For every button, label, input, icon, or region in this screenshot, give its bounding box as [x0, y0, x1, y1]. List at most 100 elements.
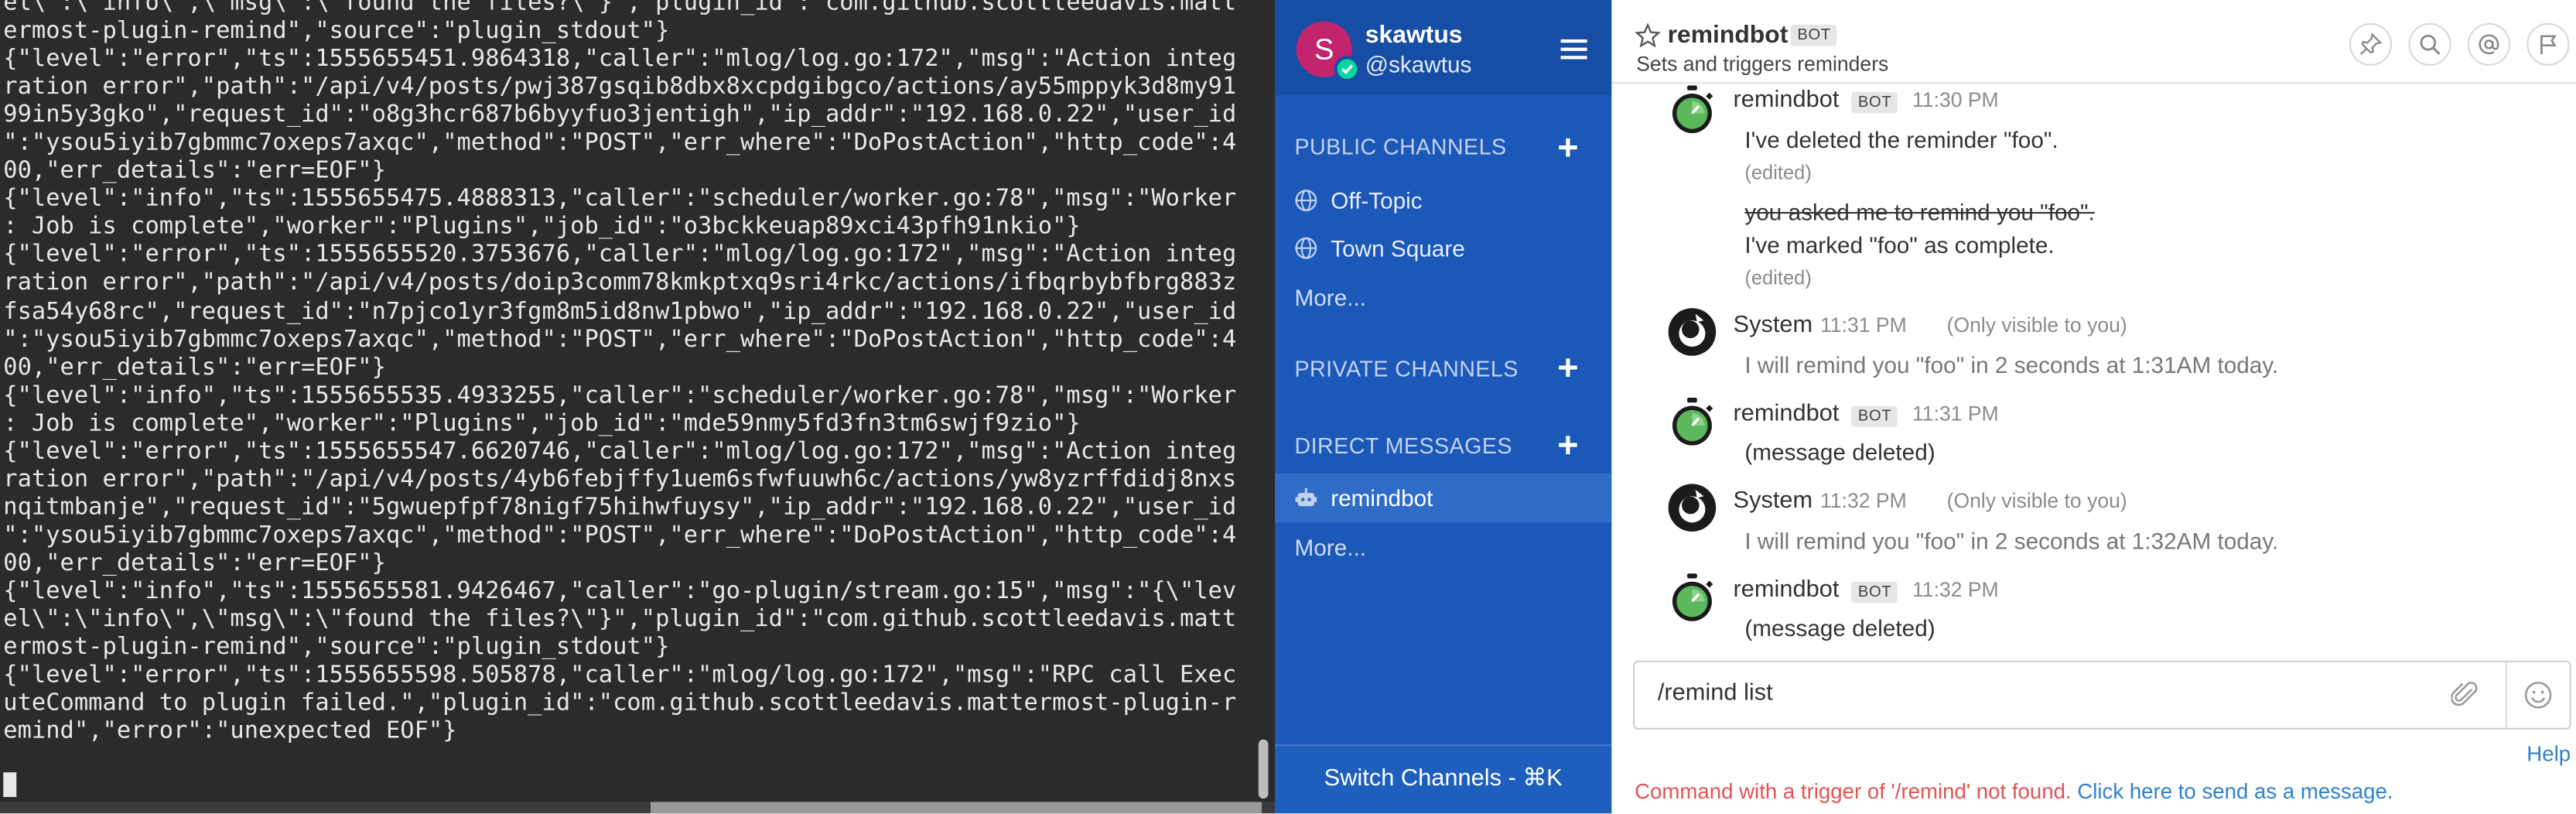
- sidebar-item-label: remindbot: [1331, 484, 1433, 511]
- terminal-line: uteCommand to plugin failed.","plugin_id…: [3, 690, 1237, 717]
- post-message: I've marked "foo" as complete.: [1744, 231, 2055, 258]
- struck-message: you asked me to remind you "foo".: [1744, 198, 2095, 225]
- terminal-line: ration error","path":"/api/v4/posts/pwj3…: [3, 74, 1237, 101]
- terminal-line: fsa54y68rc","request_id":"n7pjco1yr3fgm8…: [3, 298, 1237, 325]
- terminal-line: ermost-plugin-remind","source":"plugin_s…: [3, 18, 670, 45]
- terminal-line: ration error","path":"/api/v4/posts/4yb6…: [3, 466, 1237, 493]
- terminal-horizontal-scrollbar[interactable]: [650, 802, 1262, 814]
- sidebar-header: S skawtus @skawtus: [1275, 0, 1612, 96]
- command-error-message: Command with a trigger of '/remind' not …: [1635, 779, 2393, 804]
- help-link[interactable]: Help: [2526, 741, 2571, 766]
- favorite-star-icon[interactable]: [1635, 22, 1661, 50]
- search-icon: [2420, 34, 2441, 55]
- edited-indicator: (edited): [1744, 161, 1812, 184]
- switch-channels-button[interactable]: Switch Channels - ⌘K: [1275, 744, 1612, 814]
- paperclip-attach-icon[interactable]: [2451, 680, 2481, 710]
- channel-header: remindbot BOT Sets and triggers reminder…: [1611, 0, 2576, 84]
- sidebar-item-off-topic[interactable]: Off-Topic: [1275, 176, 1611, 225]
- chat-pane: remindbot BOT Sets and triggers reminder…: [1611, 0, 2576, 814]
- post-message: I will remind you "foo" in 2 seconds at …: [1744, 351, 2279, 378]
- terminal-line: 00,"err_details":"err=EOF"}: [3, 550, 386, 577]
- post-message: I've deleted the reminder "foo".: [1744, 126, 2058, 153]
- bot-badge: BOT: [1851, 581, 1898, 604]
- switch-channels-label: Switch Channels - ⌘K: [1324, 765, 1563, 792]
- edited-indicator: (edited): [1744, 266, 1812, 289]
- terminal-line: 00,"err_details":"err=EOF"}: [3, 158, 386, 185]
- message-composer[interactable]: [1632, 660, 2571, 730]
- terminal-line: ":"ysou5iyib7gbmmc7oxeps7axqc","method":…: [3, 326, 1237, 353]
- online-status-icon: [1334, 56, 1361, 83]
- remindbot-stopwatch-avatar-icon[interactable]: [1668, 573, 1717, 623]
- post-time[interactable]: 11:32 PM: [1820, 490, 1907, 513]
- post-author[interactable]: remindbot: [1734, 576, 1840, 603]
- post-time[interactable]: 11:30 PM: [1912, 89, 1999, 112]
- post-author[interactable]: remindbot: [1734, 401, 1840, 427]
- terminal-line: ermost-plugin-remind","source":"plugin_s…: [3, 634, 670, 661]
- recent-mentions-button[interactable]: [2467, 22, 2511, 66]
- flagged-posts-button[interactable]: [2526, 22, 2570, 66]
- terminal-line: nqitmbanje","request_id":"5gwuepfpf78nig…: [3, 494, 1237, 521]
- terminal-line: {"level":"info","ts":1555655535.4933255,…: [3, 382, 1237, 409]
- channel-title[interactable]: remindbot: [1668, 22, 1789, 50]
- remindbot-stopwatch-avatar-icon[interactable]: [1668, 85, 1717, 135]
- direct-messages-more-link[interactable]: More...: [1294, 534, 1366, 560]
- post-author[interactable]: System: [1734, 488, 1813, 515]
- post-time[interactable]: 11:31 PM: [1820, 314, 1907, 337]
- terminal-cursor: [3, 772, 17, 798]
- post-author[interactable]: System: [1734, 313, 1813, 339]
- terminal-line: ":"ysou5iyib7gbmmc7oxeps7axqc","method":…: [3, 130, 1237, 157]
- flag-icon: [2540, 35, 2557, 55]
- terminal-line: {"level":"error","ts":1555655598.505878,…: [3, 662, 1237, 689]
- globe-icon: [1295, 190, 1317, 212]
- terminal-line: {"level":"error","ts":1555655520.3753676…: [3, 242, 1237, 269]
- pin-icon: [2359, 32, 2383, 55]
- terminal-line: {"level":"info","ts":1555655581.9426467,…: [3, 578, 1237, 605]
- message-input[interactable]: [1657, 680, 2430, 707]
- remindbot-stopwatch-avatar-icon[interactable]: [1668, 397, 1717, 447]
- add-private-channel-button[interactable]: +: [1557, 349, 1578, 385]
- terminal-vertical-scrollbar[interactable]: [1258, 739, 1269, 799]
- terminal-line: emind","error":"unexpected EOF"}: [3, 718, 457, 745]
- composer-divider: [2505, 662, 2507, 728]
- bot-icon: [1295, 487, 1317, 507]
- public-channels-header: PUBLIC CHANNELS: [1294, 135, 1507, 160]
- hamburger-menu-icon[interactable]: [1560, 39, 1587, 60]
- globe-icon: [1295, 237, 1317, 259]
- system-avatar-icon: [1668, 484, 1717, 532]
- sidebar-username[interactable]: skawtus: [1365, 22, 1463, 50]
- search-button[interactable]: [2408, 22, 2451, 66]
- sidebar-item-label: Town Square: [1331, 234, 1465, 262]
- visibility-note: (Only visible to you): [1946, 313, 2127, 337]
- direct-messages-header: DIRECT MESSAGES: [1294, 433, 1512, 459]
- terminal-line: {"level":"info","ts":1555655475.4888313,…: [3, 186, 1237, 213]
- system-avatar-icon: [1668, 308, 1717, 356]
- post-message: (message deleted): [1744, 614, 1935, 641]
- private-channels-header: PRIVATE CHANNELS: [1294, 356, 1519, 381]
- post-time[interactable]: 11:31 PM: [1912, 402, 1999, 426]
- post-author[interactable]: remindbot: [1734, 87, 1840, 114]
- terminal-line: : Job is complete","worker":"Plugins","j…: [3, 214, 1081, 241]
- terminal-line: 00,"err_details":"err=EOF"}: [3, 354, 386, 381]
- channel-purpose: Sets and triggers reminders: [1636, 52, 1889, 76]
- terminal-line: ":"ysou5iyib7gbmmc7oxeps7axqc","method":…: [3, 522, 1237, 549]
- terminal-line: el\":\"info\",\"msg\":\"found the files?…: [3, 0, 1237, 17]
- terminal-window[interactable]: el\":\"info\",\"msg\":\"found the files?…: [0, 0, 1276, 814]
- message-list[interactable]: remindbot BOT 11:30 PM I've deleted the …: [1611, 82, 2576, 649]
- terminal-output: el\":\"info\",\"msg\":\"found the files?…: [3, 0, 1236, 747]
- terminal-line: 99in5y3gko","request_id":"o8g3hcr687b6by…: [3, 102, 1237, 129]
- pinned-messages-button[interactable]: [2349, 22, 2393, 66]
- add-public-channel-button[interactable]: +: [1557, 129, 1578, 166]
- at-mention-icon: [2479, 34, 2499, 55]
- terminal-line: ration error","path":"/api/v4/posts/doip…: [3, 270, 1237, 297]
- sidebar-item-town-square[interactable]: Town Square: [1275, 224, 1611, 273]
- add-direct-message-button[interactable]: +: [1557, 426, 1578, 463]
- send-as-message-link[interactable]: Click here to send as a message.: [2077, 779, 2393, 804]
- sidebar-user-handle: @skawtus: [1365, 50, 1472, 77]
- emoji-picker-icon[interactable]: [2523, 680, 2553, 710]
- terminal-line: el\":\"info\",\"msg\":\"found the files?…: [3, 606, 1237, 633]
- public-channels-more-link[interactable]: More...: [1294, 284, 1366, 310]
- visibility-note: (Only visible to you): [1946, 489, 2127, 513]
- sidebar-item-remindbot[interactable]: remindbot: [1275, 473, 1612, 523]
- sidebar-item-label: Off-Topic: [1331, 187, 1423, 214]
- post-time[interactable]: 11:32 PM: [1912, 579, 1999, 602]
